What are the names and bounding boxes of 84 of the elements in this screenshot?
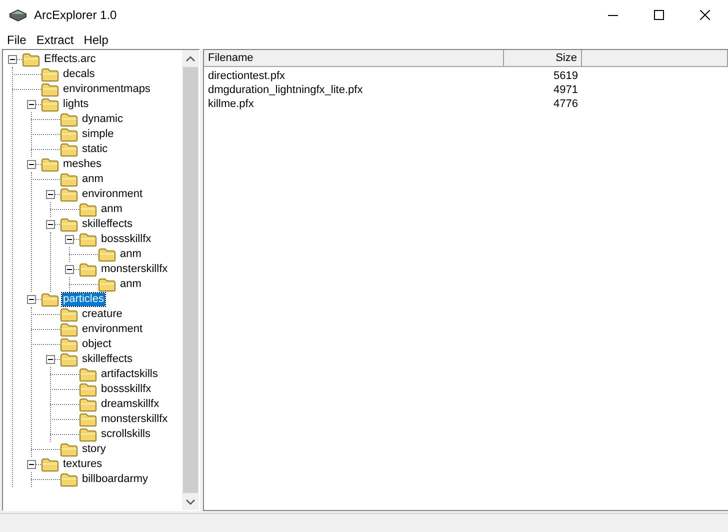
folder-icon [41, 158, 59, 172]
table-cell-text: killme.pfx [207, 98, 255, 110]
folder-icon [79, 398, 97, 412]
folder-icon [60, 442, 78, 456]
tree-item[interactable]: skilleffects [81, 353, 134, 366]
folder-icon [79, 232, 97, 246]
tree-item[interactable]: lights [62, 98, 90, 111]
folder-icon [60, 218, 78, 232]
tree-item[interactable]: artifactskills [100, 368, 159, 381]
folder-icon [60, 308, 78, 322]
tree-item[interactable]: anm [119, 278, 142, 291]
folder-icon [60, 338, 78, 352]
folder-icon [60, 142, 78, 156]
tree-item[interactable]: creature [81, 308, 124, 321]
folder-icon [60, 172, 78, 186]
folder-icon [79, 262, 97, 276]
tree-item[interactable]: textures [62, 458, 104, 471]
folder-icon [41, 98, 59, 112]
tree-item[interactable]: skilleffects [81, 218, 134, 231]
collapse-toggle[interactable] [46, 220, 55, 229]
tree-item[interactable]: dynamic [81, 113, 124, 126]
tree-item[interactable]: environmentmaps [62, 83, 152, 96]
table-cell-text: 5619 [552, 70, 579, 82]
column-header[interactable]: Filename [204, 50, 504, 67]
folder-icon [60, 128, 78, 142]
menu-item[interactable]: Extract [31, 32, 79, 46]
tree-item[interactable]: story [81, 443, 107, 456]
tree-item[interactable]: object [81, 338, 112, 351]
collapse-toggle[interactable] [27, 100, 36, 109]
collapse-toggle[interactable] [46, 190, 55, 199]
folder-icon [79, 428, 97, 442]
folder-icon [60, 352, 78, 366]
tree-item[interactable]: particles [62, 293, 105, 306]
tree-item[interactable]: scrollskills [100, 428, 152, 441]
collapse-toggle[interactable] [27, 295, 36, 304]
menu-item[interactable]: File [2, 32, 32, 46]
folder-icon [41, 292, 59, 306]
tree-item[interactable]: environment [81, 323, 144, 336]
folder-icon [41, 68, 59, 82]
maximize-icon[interactable] [654, 10, 664, 20]
column-header[interactable]: Size [504, 50, 582, 67]
tree-item[interactable]: dreamskillfx [100, 398, 160, 411]
tree-item[interactable]: static [81, 143, 109, 156]
collapse-toggle[interactable] [27, 460, 36, 469]
menu-item[interactable]: Help [78, 32, 114, 46]
folder-icon [60, 322, 78, 336]
folder-icon [79, 382, 97, 396]
tree-item[interactable]: anm [81, 173, 104, 186]
tree-item[interactable]: bossskillfx [100, 383, 152, 396]
tree-item[interactable]: meshes [62, 158, 103, 171]
folder-icon [98, 248, 116, 262]
tree-item[interactable]: bossskillfx [100, 233, 152, 246]
table-cell-text: 4971 [552, 84, 579, 96]
tree-item[interactable]: monsterskillfx [100, 413, 169, 426]
collapse-toggle[interactable] [65, 235, 74, 244]
tree-item[interactable]: anm [119, 248, 142, 261]
folder-icon [41, 458, 59, 472]
collapse-toggle[interactable] [27, 160, 36, 169]
collapse-toggle[interactable] [46, 355, 55, 364]
close-icon[interactable] [700, 10, 710, 20]
folder-icon [79, 202, 97, 216]
table-cell-text: directiontest.pfx [207, 70, 286, 82]
collapse-toggle[interactable] [65, 265, 74, 274]
tree-item[interactable]: environment [81, 188, 144, 201]
tree-item[interactable]: billboardarmy [81, 473, 150, 486]
tree-item[interactable]: simple [81, 128, 115, 141]
table-cell-text: 4776 [552, 98, 579, 110]
folder-icon [98, 278, 116, 292]
app-icon [8, 8, 28, 22]
scrollbar-thumb[interactable] [183, 67, 198, 493]
folder-icon [60, 472, 78, 486]
folder-icon [60, 188, 78, 202]
collapse-toggle[interactable] [8, 55, 17, 64]
tree-item[interactable]: monsterskillfx [100, 263, 169, 276]
table-cell-text: dmgduration_lightningfx_lite.pfx [207, 84, 364, 96]
tree-item[interactable]: anm [100, 203, 124, 216]
folder-icon [79, 412, 97, 426]
folder-icon [60, 112, 78, 126]
tree-item[interactable]: Effects.arc [43, 53, 97, 66]
window-title: ArcExplorer 1.0 [34, 8, 118, 22]
folder-icon [79, 368, 97, 382]
folder-icon [22, 52, 40, 66]
tree-item[interactable]: decals [62, 68, 96, 81]
folder-icon [41, 82, 59, 96]
